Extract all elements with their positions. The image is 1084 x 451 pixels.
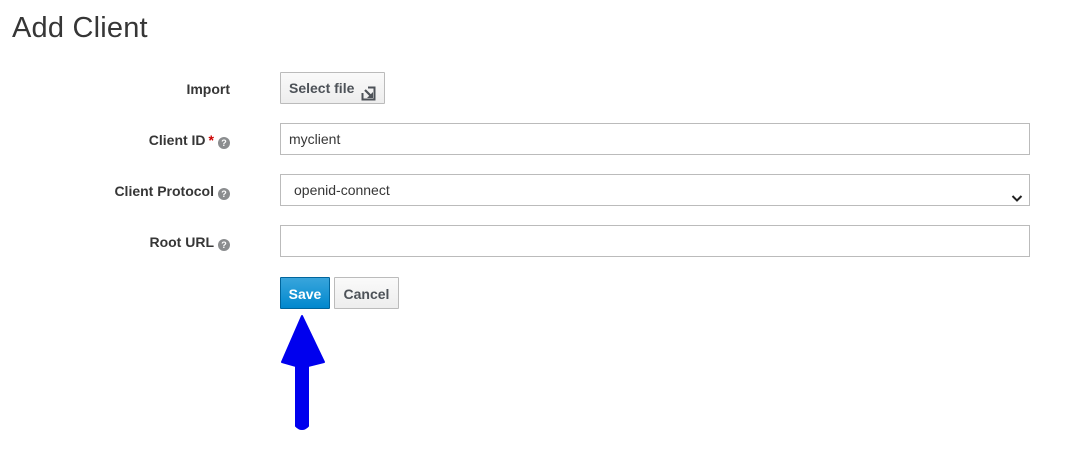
help-icon[interactable]: ?	[218, 239, 230, 251]
page-title: Add Client	[12, 12, 148, 44]
client-protocol-label-group: Client Protocol?	[114, 174, 230, 208]
client-protocol-label: Client Protocol	[114, 183, 214, 199]
select-file-label: Select file	[289, 80, 355, 96]
help-icon[interactable]: ?	[218, 137, 230, 149]
select-file-button[interactable]: Select file	[280, 72, 385, 104]
client-id-label: Client ID	[148, 132, 206, 148]
client-id-label-group: Client ID *?	[149, 123, 230, 157]
up-arrow-annotation	[278, 312, 330, 432]
client-protocol-select[interactable]: openid-connect	[280, 174, 1030, 206]
import-row: Import	[0, 72, 1084, 106]
client-id-input[interactable]: myclient	[280, 123, 1030, 155]
import-label: Import	[186, 81, 230, 97]
cancel-button[interactable]: Cancel	[334, 277, 399, 309]
help-icon[interactable]: ?	[218, 188, 230, 200]
root-url-label-group: Root URL?	[149, 225, 230, 259]
required-indicator: *	[208, 132, 214, 148]
root-url-input[interactable]	[280, 225, 1030, 257]
root-url-label: Root URL	[149, 234, 214, 250]
save-button[interactable]: Save	[280, 277, 330, 309]
client-protocol-selected-value: openid-connect	[294, 182, 390, 198]
chevron-down-icon	[1011, 184, 1023, 202]
external-link-icon	[361, 81, 376, 101]
